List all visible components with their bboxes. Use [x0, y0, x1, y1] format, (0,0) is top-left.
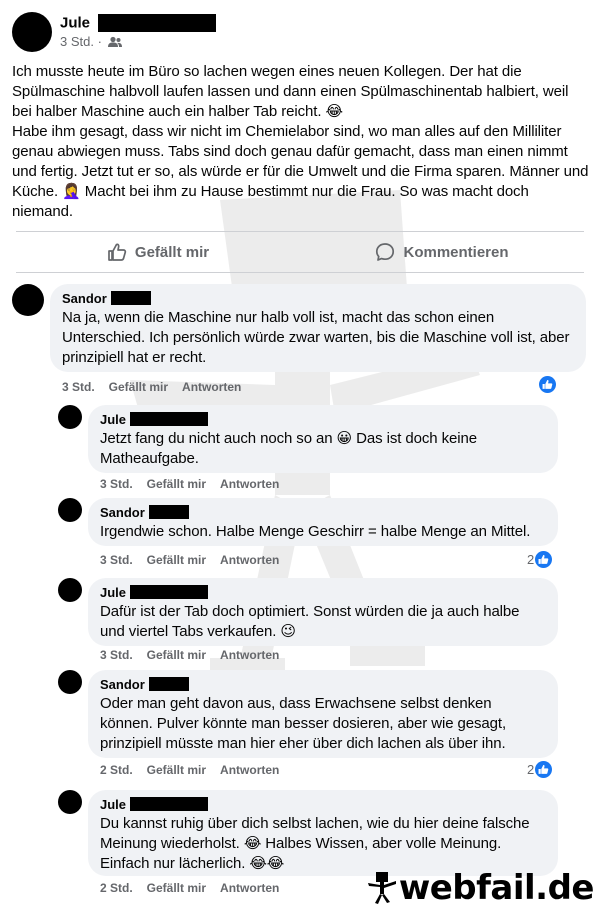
reaction-count: 2: [527, 552, 535, 567]
like-reaction-icon: [539, 376, 556, 393]
comment-meta: 3 Std. Gefällt mir Antworten: [62, 380, 255, 394]
comment-reaction-badge[interactable]: [538, 376, 556, 393]
comment-icon: [376, 243, 395, 261]
reply-item: Sandor Oder man geht davon aus, dass Erw…: [58, 670, 588, 782]
post-time[interactable]: 3 Std. ·: [60, 34, 102, 49]
comment-meta: 3 Std. Gefällt mir Antworten: [100, 477, 293, 491]
redaction-bar: [148, 677, 189, 691]
comment-text: Oder man geht davon aus, dass Erwachsene…: [100, 695, 511, 752]
redaction-bar: [130, 585, 209, 599]
reaction-count: 2: [527, 762, 535, 777]
comment-meta: 2 Std. Gefällt mir Antworten: [100, 763, 293, 777]
comment-reaction-badge[interactable]: 2: [527, 761, 553, 778]
comment-avatar[interactable]: [58, 670, 82, 694]
like-reaction-icon: [535, 551, 553, 568]
comment-reply-link[interactable]: Antworten: [220, 648, 279, 662]
webfail-logo: webfail.de: [367, 868, 595, 908]
comment-text: Jetzt fang du nicht auch noch so an 😀 Da…: [100, 430, 482, 467]
comment-like-link[interactable]: Gefällt mir: [147, 648, 206, 662]
comment-reaction-badge[interactable]: 2: [527, 551, 553, 568]
comment-text: Dafür ist der Tab doch optimiert. Sonst …: [100, 603, 524, 640]
comment-like-link[interactable]: Gefällt mir: [147, 477, 206, 491]
redaction-bar: [148, 505, 189, 519]
comment-time[interactable]: 2 Std.: [100, 763, 133, 777]
post-meta: 3 Std. ·: [60, 34, 122, 49]
comment-bubble: Jule Du kannst ruhig über dich selbst la…: [88, 790, 558, 876]
comment-bubble: Sandor Oder man geht davon aus, dass Erw…: [88, 670, 558, 758]
comment-avatar[interactable]: [58, 790, 82, 814]
redaction-bar: [130, 412, 209, 426]
comment-time[interactable]: 3 Std.: [100, 648, 133, 662]
comment-like-link[interactable]: Gefällt mir: [109, 380, 168, 394]
post-author-avatar[interactable]: [12, 12, 52, 52]
comment-avatar[interactable]: [58, 578, 82, 602]
thumbs-up-icon: [108, 243, 127, 261]
redaction-bar: [130, 797, 209, 811]
comment-author[interactable]: Jule: [100, 585, 126, 600]
comment-reply-link[interactable]: Antworten: [182, 380, 241, 394]
comment-meta: 2 Std. Gefällt mir Antworten: [100, 881, 293, 895]
like-button-label: Gefällt mir: [134, 243, 210, 261]
comment-time[interactable]: 3 Std.: [100, 553, 133, 567]
comment-avatar[interactable]: [58, 498, 82, 522]
comment-author[interactable]: Jule: [100, 797, 126, 812]
friends-audience-icon: [107, 36, 122, 47]
comment-button[interactable]: Kommentieren: [300, 232, 584, 272]
comment-meta: 3 Std. Gefällt mir Antworten: [100, 553, 293, 567]
post-action-bar: Gefällt mir Kommentieren: [16, 231, 584, 273]
comment-bubble: Sandor Irgendwie schon. Halbe Menge Gesc…: [88, 498, 558, 546]
comment-bubble: Jule Jetzt fang du nicht auch noch so an…: [88, 405, 558, 473]
comment-bubble: Jule Dafür ist der Tab doch optimiert. S…: [88, 578, 558, 646]
comment-text: Na ja, wenn die Maschine nur halb voll i…: [62, 309, 574, 366]
comment-like-link[interactable]: Gefällt mir: [147, 553, 206, 567]
webfail-brand-text: webfail.de: [398, 868, 595, 908]
reply-item: Jule Jetzt fang du nicht auch noch so an…: [58, 405, 588, 493]
comment-text: Irgendwie schon. Halbe Menge Geschirr = …: [100, 523, 531, 540]
comment-like-link[interactable]: Gefällt mir: [147, 881, 206, 895]
comment-author[interactable]: Sandor: [100, 505, 145, 520]
webfail-mascot-icon: [367, 872, 396, 904]
comment-bubble: Sandor Na ja, wenn die Maschine nur halb…: [50, 284, 586, 372]
comment-reply-link[interactable]: Antworten: [220, 881, 279, 895]
post-author-name[interactable]: Jule: [60, 15, 90, 32]
comment-reply-link[interactable]: Antworten: [220, 763, 279, 777]
comment-reply-link[interactable]: Antworten: [220, 553, 279, 567]
redaction-bar: [98, 14, 217, 32]
redaction-bar: [110, 291, 151, 305]
comment-avatar[interactable]: [58, 405, 82, 429]
comment-button-label: Kommentieren: [403, 243, 509, 261]
like-reaction-icon: [535, 761, 553, 778]
comment-text: Du kannst ruhig über dich selbst lachen,…: [100, 815, 534, 872]
like-button[interactable]: Gefällt mir: [16, 232, 300, 272]
comment-reply-link[interactable]: Antworten: [220, 477, 279, 491]
comment-time[interactable]: 3 Std.: [62, 380, 95, 394]
comment-like-link[interactable]: Gefällt mir: [147, 763, 206, 777]
comment-author[interactable]: Jule: [100, 412, 126, 427]
reply-item: Jule Dafür ist der Tab doch optimiert. S…: [58, 578, 588, 666]
comment-meta: 3 Std. Gefällt mir Antworten: [100, 648, 293, 662]
reply-item: Sandor Irgendwie schon. Halbe Menge Gesc…: [58, 498, 588, 572]
comment-author[interactable]: Sandor: [62, 291, 107, 306]
comment-author[interactable]: Sandor: [100, 677, 145, 692]
post-text: Ich musste heute im Büro so lachen wegen…: [12, 63, 589, 220]
comment-item: Sandor Na ja, wenn die Maschine nur halb…: [12, 284, 588, 396]
comment-time[interactable]: 2 Std.: [100, 881, 133, 895]
comment-avatar[interactable]: [12, 284, 44, 316]
comment-time[interactable]: 3 Std.: [100, 477, 133, 491]
